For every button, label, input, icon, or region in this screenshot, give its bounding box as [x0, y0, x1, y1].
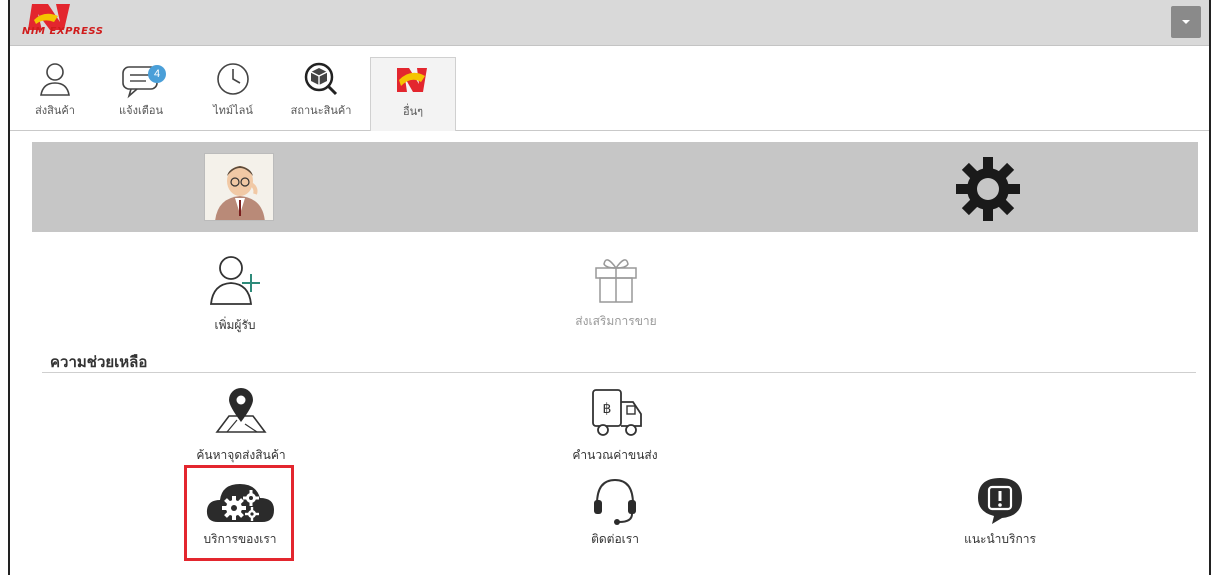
avatar[interactable] [204, 153, 274, 221]
avatar-illustration [205, 154, 273, 220]
nim-express-logo[interactable]: NIM EXPRESS [14, 0, 124, 44]
top-bar: NIM EXPRESS [10, 0, 1209, 46]
find-dropoff-button[interactable]: ค้นหาจุดส่งสินค้า [186, 384, 296, 465]
tab-label: ส่งสินค้า [35, 105, 75, 117]
map-pin-icon [215, 388, 267, 433]
tab-timeline[interactable]: ไทม์ไลน์ [190, 57, 276, 131]
contact-us-button[interactable]: ติดต่อเรา [565, 472, 665, 549]
promotion-button[interactable]: ส่งเสริมการขาย [556, 248, 676, 331]
clock-icon [217, 63, 249, 95]
tab-label: สถานะสินค้า [290, 105, 352, 117]
alert-chat-icon [978, 478, 1022, 524]
tab-parcel-status[interactable]: สถานะสินค้า [278, 57, 364, 131]
tab-bar: ส่งสินค้า 4 แจ้งเตือน ไทม์ไลน์ สถานะสินค… [10, 47, 1209, 131]
profile-banner [32, 142, 1198, 232]
add-user-icon [210, 256, 260, 305]
item-label: เพิ่มผู้รับ [214, 318, 256, 332]
item-label: ค้นหาจุดส่งสินค้า [196, 448, 286, 462]
item-label: บริการของเรา [203, 532, 277, 546]
nim-logo-icon [397, 68, 427, 92]
tab-more[interactable]: อื่นๆ [370, 57, 456, 131]
dropdown-button[interactable] [1171, 6, 1201, 38]
settings-button[interactable] [952, 153, 1024, 225]
item-label: คำนวณค่าขนส่ง [572, 448, 658, 462]
recommend-service-button[interactable]: แนะนำบริการ [950, 472, 1050, 549]
gear-icon [956, 157, 1020, 221]
logo-text: NIM EXPRESS [22, 26, 104, 37]
tab-notifications[interactable]: 4 แจ้งเตือน [98, 57, 184, 131]
app-frame: NIM EXPRESS ส่งสินค้า 4 แจ้งเตือน ไทม์ไล… [8, 0, 1211, 575]
tab-label: แจ้งเตือน [119, 105, 163, 117]
item-label: ส่งเสริมการขาย [575, 314, 657, 328]
help-section-title: ความช่วยเหลือ [50, 353, 148, 371]
add-recipient-button[interactable]: เพิ่มผู้รับ [190, 248, 280, 335]
section-divider [42, 372, 1196, 373]
headset-icon [594, 478, 636, 525]
gift-icon [595, 259, 637, 303]
nim-logo-icon [28, 4, 70, 30]
shipping-calculator-button[interactable]: ฿ คำนวณค่าขนส่ง [560, 384, 670, 465]
tab-send-parcel[interactable]: ส่งสินค้า [12, 57, 98, 131]
user-icon [40, 63, 70, 96]
svg-text:฿: ฿ [603, 401, 612, 417]
tab-label: อื่นๆ [402, 106, 424, 118]
our-services-button[interactable]: บริการของเรา [188, 472, 292, 549]
tab-label: ไทม์ไลน์ [213, 105, 253, 117]
package-search-icon [304, 62, 338, 96]
delivery-truck-icon: ฿ [592, 389, 642, 436]
notification-badge: 4 [148, 65, 166, 83]
item-label: ติดต่อเรา [591, 532, 639, 546]
cloud-gears-icon [206, 484, 274, 522]
item-label: แนะนำบริการ [964, 532, 1036, 546]
